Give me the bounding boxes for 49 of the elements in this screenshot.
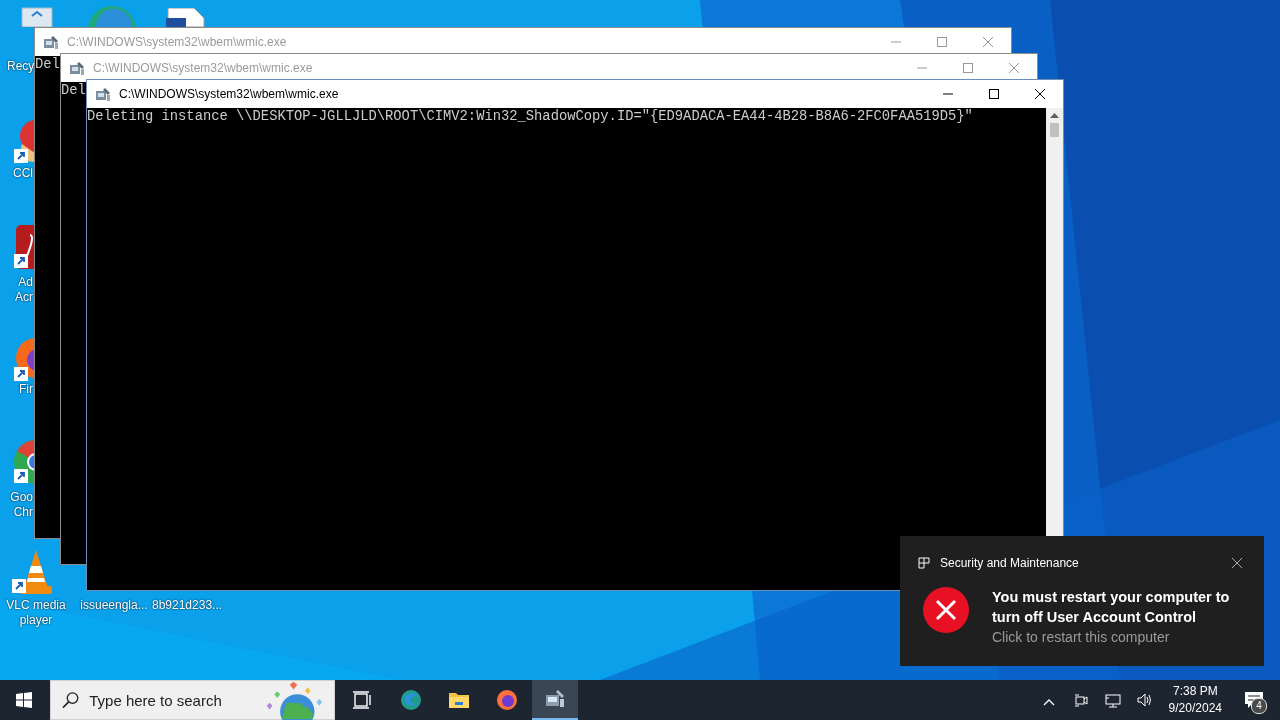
windows-icon [16,692,32,708]
window-title: C:\WINDOWS\system32\wbem\wmic.exe [93,61,314,75]
notification-text: Click to restart this computer [992,628,1171,647]
notification-source: Security and Maintenance [940,556,1080,570]
search-icon [62,691,80,709]
console-app-button[interactable] [532,680,578,720]
icon-label: 8b921d233... [152,598,220,613]
icon-label: issueengla... [80,598,148,613]
maximize-icon [937,37,947,47]
edge-icon [401,690,421,710]
close-button[interactable] [1232,558,1242,568]
close-icon [1035,89,1045,99]
icon-label: Ad Acr [14,275,33,305]
close-icon [1009,63,1019,73]
console-text: Del [35,57,60,73]
icon-label: Recy [7,59,35,74]
notification-count: 4 [1251,698,1267,714]
acrobat-icon[interactable] [14,225,34,270]
icon-label: Goo Chr [9,490,33,520]
console-icon [43,34,59,50]
console-icon [545,689,565,709]
scroll-thumb[interactable] [1050,123,1059,137]
search-field[interactable]: Type here to search [50,680,335,720]
maximize-icon [963,63,973,73]
notifications-button[interactable]: 4 [1234,680,1274,720]
icon-label: CCl [12,166,33,181]
console-text: Del [61,83,86,99]
clock-date: 9/20/2024 [1168,700,1222,717]
icon-label: VLC media player [5,598,67,628]
notification-title: You must restart your computer to turn off User Account Control [992,588,1231,627]
console-icon [95,86,111,102]
window-title: C:\WINDOWS\system32\wbem\wmic.exe [67,35,288,49]
close-icon [1232,558,1242,568]
search-input[interactable]: Type here to search [87,690,262,710]
error-icon [923,587,969,633]
document-icon[interactable] [166,8,206,27]
close-icon [983,37,993,47]
console-icon [69,60,85,76]
maximize-icon [989,89,999,99]
clock[interactable]: 7:38 PM 9/20/2024 [1160,683,1234,717]
firefox-icon [497,690,517,710]
folder-icon [449,690,469,710]
clock-time: 7:38 PM [1172,683,1218,700]
icon-label: Fir [18,382,33,397]
scroll-up-icon[interactable] [1050,113,1059,118]
console-text: Deleting instance \\DESKTOP-JGLLJLD\ROOT\CIMV2:Win32_ShadowCopy.ID="{ED9ADACA-EA44-4B28-B8A6-2FC0FAA519D5}" [87,109,973,125]
window-title: C:\WINDOWS\system32\wbem\wmic.exe [119,87,340,101]
task-view-icon [353,690,373,710]
notification-panel[interactable]: Security and Maintenance You must restart your computer to turn off User Account Control Click to restart this computer [900,536,1264,666]
